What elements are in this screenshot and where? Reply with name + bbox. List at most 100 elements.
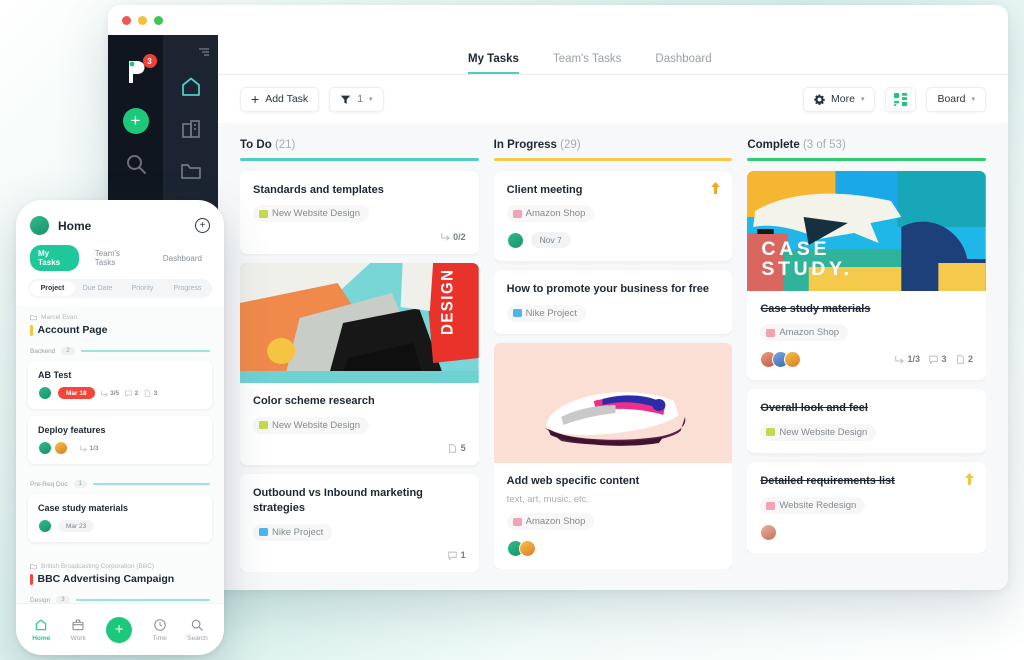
mobile-sort-tabs: Project Due Date Priority Progress: [28, 279, 212, 298]
task-card[interactable]: Add web specific content text, art, musi…: [494, 343, 733, 568]
mobile-tab-teams-tasks[interactable]: Team's Tasks: [87, 245, 147, 271]
project-tag[interactable]: Amazon Shop: [507, 205, 595, 222]
task-card[interactable]: DESIGN Color scheme research New Website…: [240, 263, 479, 465]
nav-item-home[interactable]: Home: [32, 618, 50, 642]
collapse-sidebar-icon[interactable]: [198, 47, 210, 57]
mobile-tab-my-tasks[interactable]: My Tasks: [30, 245, 79, 271]
avatar[interactable]: [30, 216, 49, 235]
task-card[interactable]: Client meeting Amazon Shop Nov 7: [494, 171, 733, 261]
mobile-section-header[interactable]: Pre-Req Doc 1: [28, 471, 212, 494]
project-name: Account Page: [30, 324, 210, 336]
window-minimize-button[interactable]: [138, 16, 147, 25]
comment-metric: 3: [929, 354, 947, 364]
tag-label: Amazon Shop: [779, 327, 839, 338]
subtask-icon: [80, 445, 87, 452]
svg-text:DESIGN: DESIGN: [439, 268, 457, 334]
mobile-task-list[interactable]: Marcel Evan Account Page Backend 2 AB Te…: [16, 306, 224, 603]
tag-icon: [259, 528, 268, 536]
add-task-button[interactable]: + Add Task: [240, 87, 319, 112]
filter-button[interactable]: 1 ▾: [329, 87, 383, 112]
toolbar-right-group: More ▾ Board ▾: [803, 87, 986, 112]
mobile-section-header[interactable]: Design 3: [28, 587, 212, 603]
tab-my-tasks[interactable]: My Tasks: [468, 53, 519, 74]
card-footer: 1/3: [38, 441, 202, 455]
main-content: My Tasks Team's Tasks Dashboard + Add Ta…: [218, 35, 1008, 590]
project-org-label: British Broadcasting Corporation (BBC): [41, 563, 154, 570]
task-card[interactable]: Overall look and feel New Website Design: [747, 389, 986, 453]
assignee-avatars[interactable]: [507, 540, 536, 557]
metric-value: 0/2: [453, 232, 466, 242]
mobile-subtab-due-date[interactable]: Due Date: [75, 281, 120, 296]
metric-value: 2: [135, 390, 139, 397]
project-tag[interactable]: Nike Project: [507, 305, 586, 322]
mobile-section-header[interactable]: Backend 2: [28, 338, 212, 361]
search-icon[interactable]: [124, 152, 148, 176]
board-view-dropdown[interactable]: Board ▾: [926, 87, 986, 112]
project-tag[interactable]: Amazon Shop: [507, 513, 595, 530]
window-close-button[interactable]: [122, 16, 131, 25]
avatar: [507, 232, 524, 249]
priority-arrow-icon: [965, 473, 974, 488]
comment-icon: [125, 390, 132, 397]
task-title: Case study materials: [38, 503, 202, 513]
window-maximize-button[interactable]: [154, 16, 163, 25]
assignee-avatars[interactable]: [760, 524, 777, 541]
nav-item-search[interactable]: Search: [187, 618, 208, 642]
mobile-tab-dashboard[interactable]: Dashboard: [155, 250, 210, 267]
file-metric: 5: [448, 443, 466, 453]
task-card[interactable]: Outbound vs Inbound marketing strategies…: [240, 474, 479, 572]
project-tag[interactable]: Website Redesign: [760, 497, 865, 514]
tag-icon: [513, 210, 522, 218]
assignee-avatars[interactable]: [507, 232, 524, 249]
mobile-task-card[interactable]: Deploy features 1/3: [28, 416, 212, 464]
project-tag[interactable]: New Website Design: [253, 205, 369, 222]
mobile-task-card[interactable]: Case study materials Mar 23: [28, 494, 212, 542]
task-card[interactable]: CASE STUDY. Case study materials Amazon …: [747, 171, 986, 380]
sidebar-add-button[interactable]: +: [123, 108, 149, 134]
column-title: To Do: [240, 139, 272, 151]
assignee-avatars[interactable]: [760, 351, 801, 368]
mobile-create-fab[interactable]: +: [106, 617, 132, 643]
tab-dashboard[interactable]: Dashboard: [655, 53, 711, 74]
tab-teams-tasks[interactable]: Team's Tasks: [553, 53, 621, 74]
mobile-app-preview: Home + My Tasks Team's Tasks Dashboard P…: [16, 200, 224, 655]
task-card[interactable]: How to promote your business for free Ni…: [494, 270, 733, 334]
mobile-project-header[interactable]: British Broadcasting Corporation (BBC) B…: [28, 549, 212, 587]
priority-high-icon: [711, 182, 720, 194]
building-icon[interactable]: [179, 117, 203, 141]
nav-item-work[interactable]: Work: [71, 618, 86, 642]
tag-label: Nike Project: [272, 527, 323, 538]
view-switcher-button[interactable]: [885, 87, 916, 112]
mobile-subtab-project[interactable]: Project: [30, 281, 75, 296]
avatar: [519, 540, 536, 557]
notification-badge: 3: [143, 54, 157, 68]
project-tag[interactable]: New Website Design: [760, 424, 876, 441]
priority-arrow-icon: [711, 182, 720, 197]
home-icon[interactable]: [179, 75, 203, 99]
mobile-task-card[interactable]: AB Test Mar 18 3/5 2 3: [28, 361, 212, 409]
mobile-subtab-priority[interactable]: Priority: [120, 281, 165, 296]
mobile-add-button[interactable]: +: [195, 218, 210, 233]
file-icon: [448, 444, 457, 453]
avatar: [54, 441, 68, 455]
tag-icon: [766, 329, 775, 337]
metric-value: 3: [154, 390, 158, 397]
nav-item-time[interactable]: Time: [153, 618, 167, 642]
task-card[interactable]: Detailed requirements list Website Redes…: [747, 462, 986, 552]
mobile-header: Home +: [16, 200, 224, 235]
column-cards: CASE STUDY. Case study materials Amazon …: [747, 161, 986, 553]
tag-label: New Website Design: [272, 208, 360, 219]
column-count: (29): [560, 139, 580, 151]
more-button[interactable]: More ▾: [803, 87, 875, 112]
task-card[interactable]: Standards and templates New Website Desi…: [240, 171, 479, 254]
comment-metric: 2: [125, 390, 138, 397]
mobile-project-header[interactable]: Marcel Evan Account Page: [28, 306, 212, 338]
project-tag[interactable]: Amazon Shop: [760, 324, 848, 341]
project-tag[interactable]: New Website Design: [253, 417, 369, 434]
project-tag[interactable]: Nike Project: [253, 524, 332, 541]
mobile-subtab-progress[interactable]: Progress: [165, 281, 210, 296]
card-cover-sneaker: [494, 343, 733, 463]
folder-icon[interactable]: [179, 159, 203, 183]
subtask-metric: 1/3: [895, 354, 920, 364]
app-logo[interactable]: 3: [124, 59, 148, 90]
